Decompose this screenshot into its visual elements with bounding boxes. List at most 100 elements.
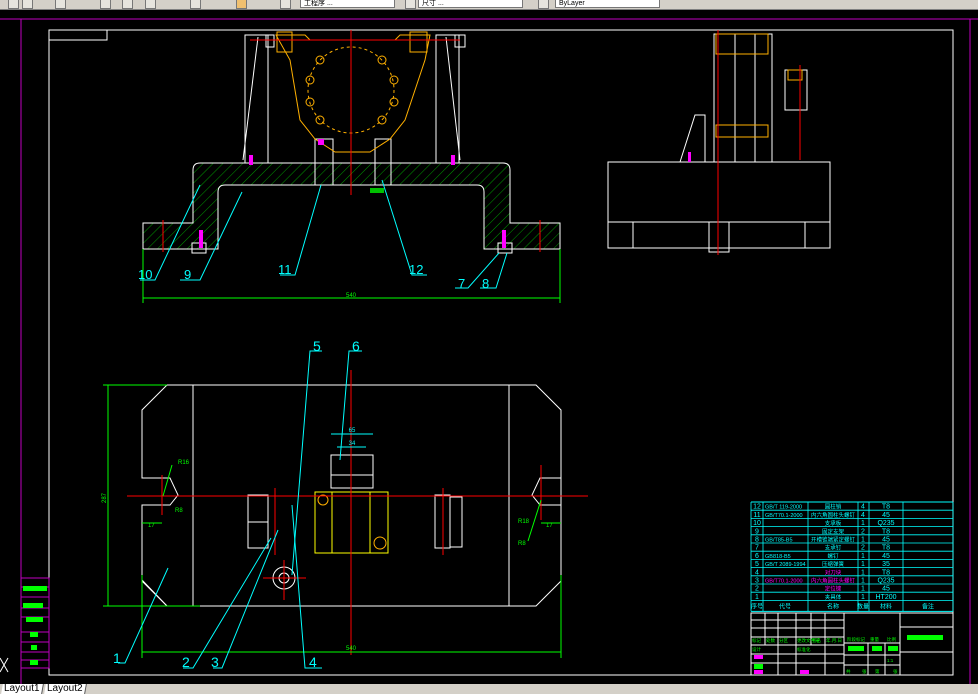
dimension-text: 540 — [346, 293, 357, 299]
layout-tabs: Layout1 Layout2 — [0, 683, 978, 694]
balloon-1: 1 — [113, 650, 121, 666]
bom-cell-qty: 1 — [861, 569, 865, 576]
bom-cell-code: GB/T 119-2000 — [765, 505, 802, 511]
title-block-label: 比例 — [887, 636, 896, 643]
title-block-label: 张 — [893, 668, 898, 675]
bom-row: 11 GB/T70.1-2000 内六角圆柱头螺钉 4 45 — [753, 511, 890, 519]
tab-layout1[interactable]: Layout1 — [1, 683, 44, 694]
paint-icon[interactable] — [236, 0, 247, 9]
bom-row: 2 定位键 1 45 — [755, 585, 890, 593]
bom-cell-material: HT200 — [875, 594, 896, 601]
layer-icon[interactable] — [280, 0, 291, 9]
plan-view: 540 287 17 17 R16 R8 R18 R8 65 34 5 6 1 … — [102, 338, 588, 670]
tab-layout2[interactable]: Layout2 — [43, 683, 87, 694]
title-block-label: 设计 — [752, 646, 761, 653]
bom-cell-qty: 4 — [861, 504, 865, 511]
bom-cell-qty: 1 — [861, 520, 865, 527]
undo-icon[interactable] — [8, 0, 19, 9]
side-view — [607, 30, 831, 255]
bill-of-materials: 12 GB/T 119-2000 圆柱销 4 T811 GB/T70.1-2000 内六角圆… — [750, 501, 954, 612]
bom-cell-material: Q235 — [877, 520, 894, 527]
bom-cell-no: 6 — [755, 553, 759, 560]
bom-cell-material: T8 — [882, 545, 890, 552]
title-block-label: 分区 — [779, 637, 788, 644]
dimension-height: 287 — [102, 492, 108, 503]
print-preview-icon[interactable] — [22, 0, 33, 9]
window-icon[interactable] — [122, 0, 133, 9]
bom-cell-no: 7 — [755, 545, 759, 552]
bom-row: 4 对刀块 1 T8 — [755, 568, 890, 576]
dimension-slot-left: 17 — [148, 523, 155, 529]
bom-cell-no: 4 — [755, 569, 759, 576]
balloon-2: 2 — [182, 654, 190, 670]
title-block-label: 第 — [875, 668, 880, 675]
bom-cell-code: GB818-B5 — [765, 554, 791, 560]
layer-combo[interactable]: 工程序 ... — [300, 0, 395, 8]
toolbar: 工程序 ... 尺寸 ... ByLayer — [0, 0, 978, 10]
linetype-combo[interactable]: ByLayer — [555, 0, 660, 8]
window-icon[interactable] — [145, 0, 156, 9]
bom-cell-no: 11 — [753, 512, 760, 519]
bom-cell-name: 螺钉 — [827, 552, 839, 560]
front-view: 540 10 9 11 12 7 8 — [138, 30, 561, 303]
bom-cell-code: GB/T70.1-2000 — [765, 579, 803, 585]
window-icon[interactable] — [100, 0, 111, 9]
table-icon[interactable] — [538, 0, 549, 9]
bom-cell-qty: 1 — [861, 586, 865, 593]
balloon-6: 6 — [352, 338, 360, 354]
workpiece — [275, 31, 431, 153]
bom-cell-material: 35 — [882, 561, 890, 568]
bom-header: 备注 — [922, 602, 934, 610]
title-block-label: 标记 — [752, 637, 761, 644]
bom-row: 1 夹具体 1 HT200 — [755, 593, 897, 601]
bom-cell-qty: 2 — [861, 528, 865, 535]
bom-row: 9 固定支架 2 T8 — [755, 527, 890, 535]
bom-row: 7 支承钉 2 T8 — [755, 544, 890, 552]
drawing-canvas[interactable]: 540 10 9 11 12 7 8 540 287 17 17 R16 R8 … — [0, 10, 978, 684]
bom-row: 8 GB/T85-B5 开槽锥端紧定螺钉 1 45 — [755, 536, 890, 544]
title-block — [750, 612, 954, 676]
bom-cell-name: 夹具体 — [825, 593, 842, 601]
ucs-icon — [0, 657, 9, 673]
bom-cell-no: 2 — [755, 586, 759, 593]
bom-row: 6 GB818-B5 螺钉 1 45 — [755, 552, 890, 560]
bom-cell-material: 45 — [882, 512, 890, 519]
balloon-10: 10 — [138, 267, 152, 282]
bom-cell-material: Q235 — [877, 578, 894, 585]
bom-header: 名称 — [827, 602, 839, 610]
bom-header: 代号 — [779, 602, 791, 610]
pointer-icon[interactable] — [190, 0, 201, 9]
balloon-3: 3 — [211, 654, 219, 670]
title-block-label: 标准化 — [797, 646, 811, 653]
balloon-12: 12 — [409, 262, 423, 277]
bom-cell-qty: 2 — [861, 545, 865, 552]
bom-cell-qty: 1 — [861, 561, 865, 568]
title-block-label: 重量 — [870, 636, 879, 643]
balloon-4: 4 — [309, 654, 317, 670]
dimension-r-left: R16 — [178, 460, 190, 466]
bom-cell-name: 圆柱销 — [825, 503, 842, 511]
dimension-key2: 34 — [349, 441, 356, 447]
bom-cell-name: 对刀块 — [825, 568, 842, 576]
bom-row: 10 支承板 1 Q235 — [753, 519, 895, 527]
bom-header: 数量 — [857, 602, 869, 610]
line-icon[interactable] — [55, 0, 66, 9]
bom-cell-material: T8 — [882, 528, 890, 535]
dimstyle-icon[interactable] — [405, 0, 416, 9]
bom-row: 5 GB/T 2089-1994 压缩弹簧 1 35 — [755, 560, 890, 568]
dimension-r-left2: R8 — [175, 508, 183, 514]
title-block-label: 阶段标记 — [847, 636, 865, 643]
dimstyle-combo[interactable]: 尺寸 ... — [418, 0, 523, 8]
bom-cell-name: 内六角圆柱头螺钉 — [811, 577, 856, 585]
bom-cell-no: 5 — [755, 561, 759, 568]
bom-cell-no: 9 — [755, 528, 759, 535]
bom-cell-qty: 4 — [861, 512, 865, 519]
bom-cell-material: 45 — [882, 553, 890, 560]
bom-cell-qty: 1 — [861, 578, 865, 585]
title-block-label: 签名 — [812, 637, 821, 644]
bom-cell-material: 45 — [882, 537, 890, 544]
bom-cell-qty: 1 — [861, 537, 865, 544]
title-block-label: 1:1 — [887, 658, 894, 663]
bom-cell-name: 支承钉 — [825, 544, 842, 552]
title-block-label: 年.月.日 — [826, 637, 842, 644]
